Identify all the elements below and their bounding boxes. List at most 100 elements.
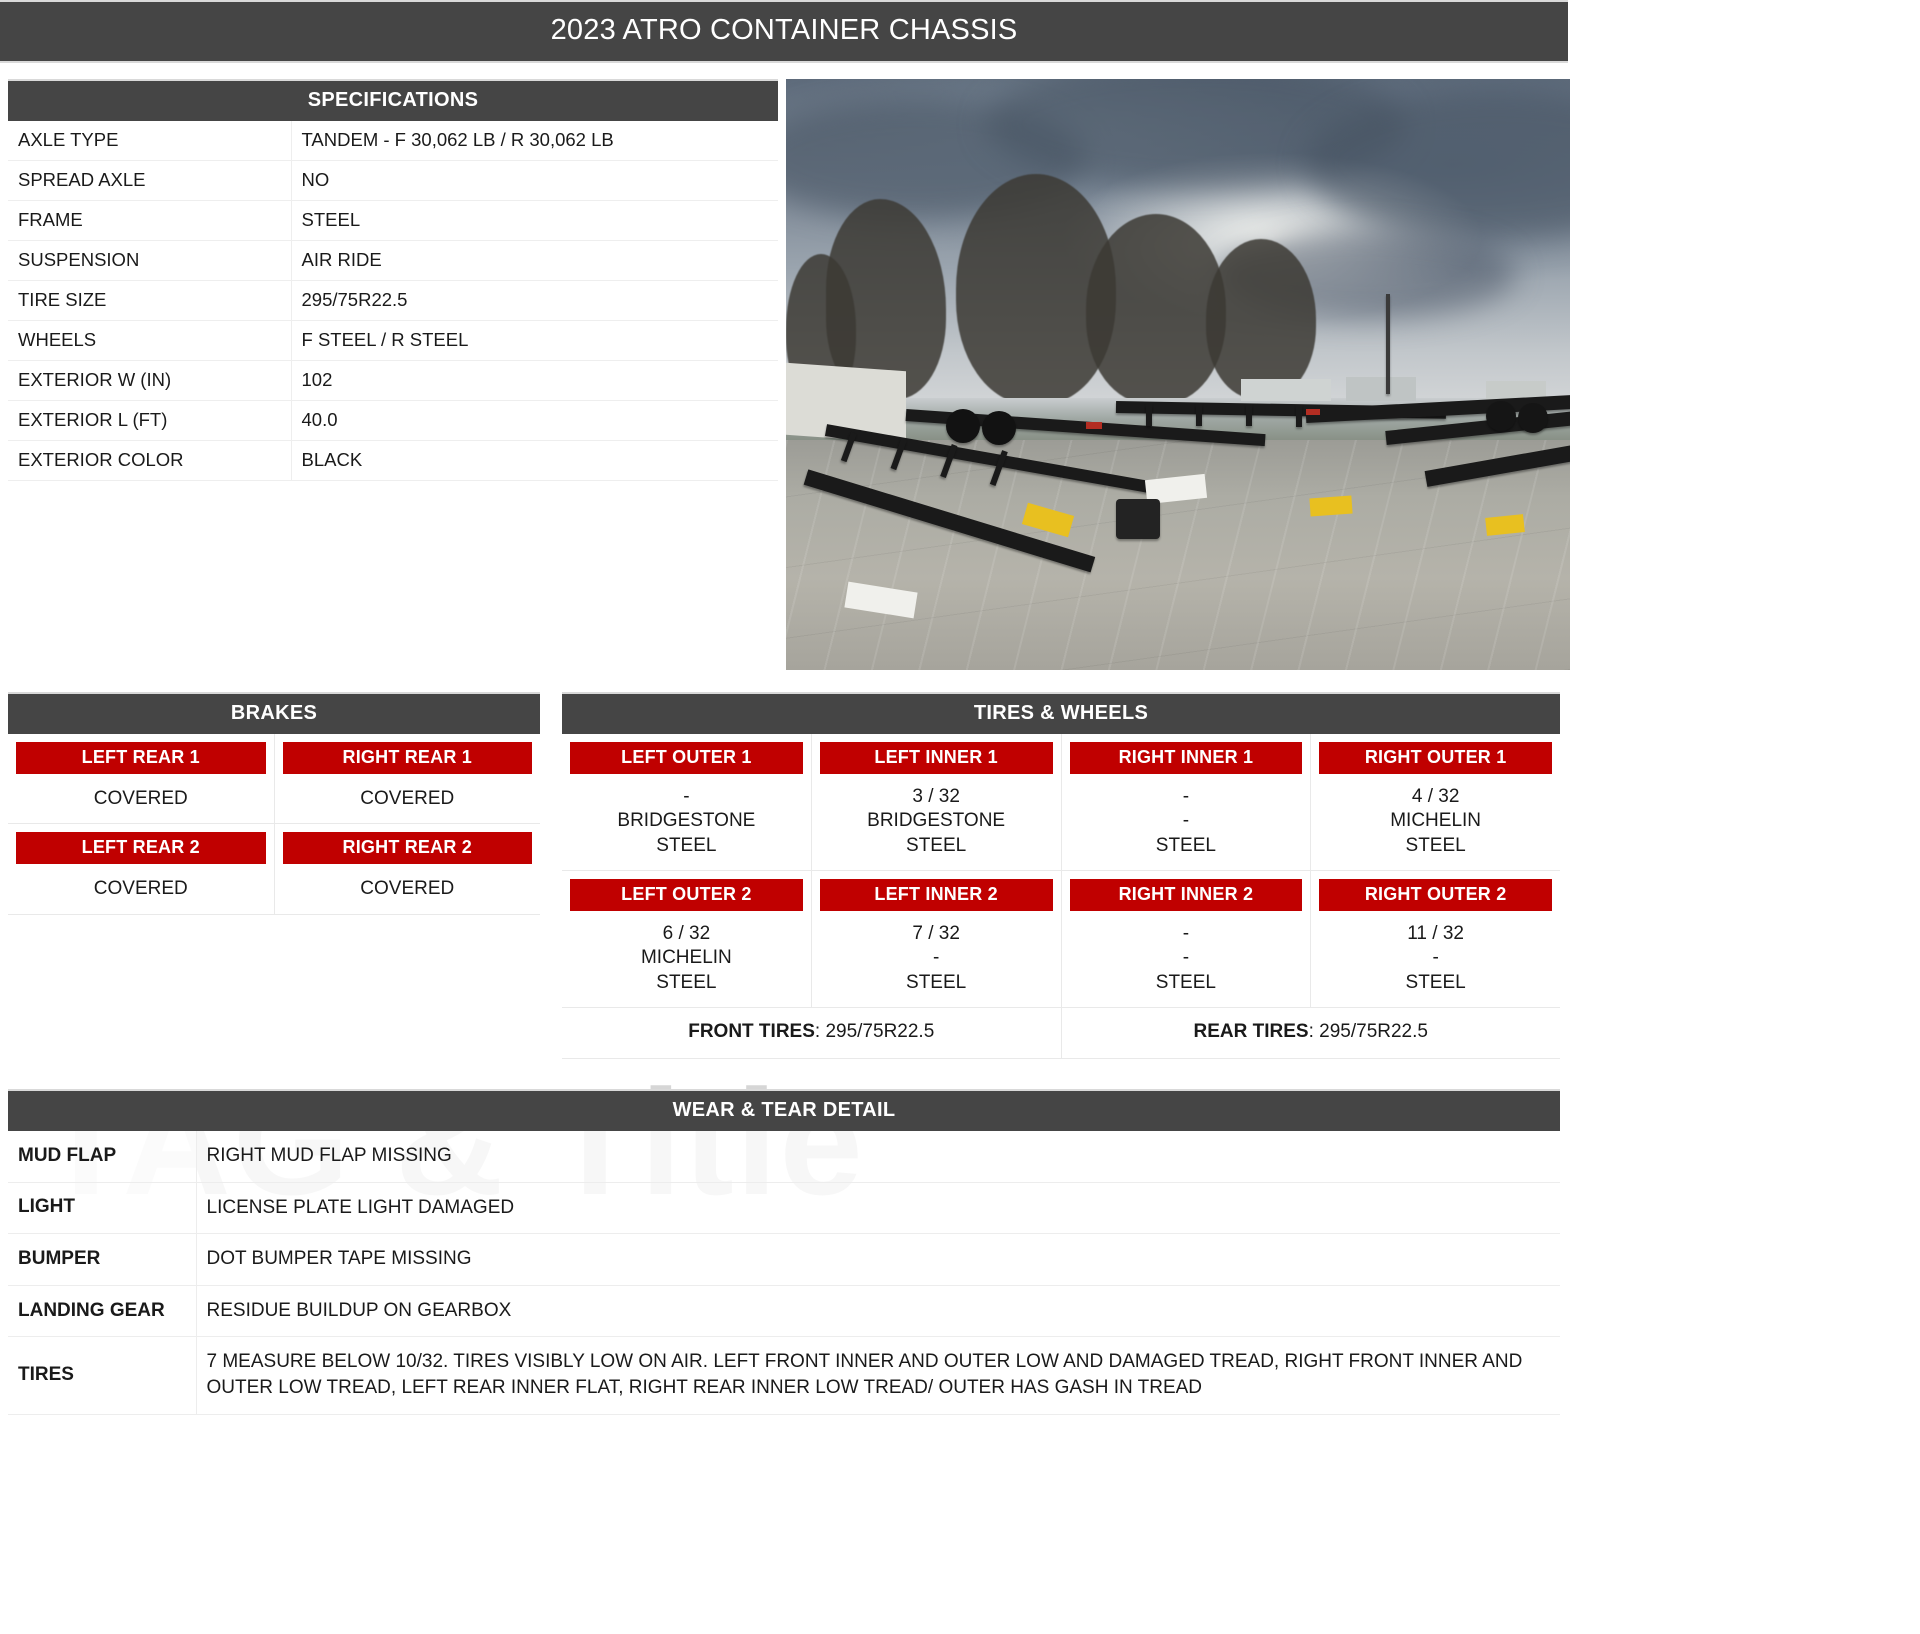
brakes-row-1: LEFT REAR 1 COVERED RIGHT REAR 1 COVERED: [8, 734, 540, 825]
tire-brand: -: [1182, 810, 1190, 832]
wheel-material: STEEL: [1155, 971, 1216, 993]
wear-tear-table: MUD FLAP RIGHT MUD FLAP MISSING LIGHT LI…: [8, 1130, 1560, 1415]
tire-tread: 4 / 32: [1411, 786, 1460, 807]
status-badge: RIGHT REAR 1: [282, 742, 532, 774]
status-badge: RIGHT INNER 2: [1069, 878, 1303, 911]
spec-label: SUSPENSION: [8, 240, 291, 281]
table-row: LANDING GEAR RESIDUE BUILDUP ON GEARBOX: [8, 1285, 1560, 1338]
brake-value: COVERED: [360, 878, 455, 900]
tire-values: - - STEEL: [1070, 774, 1303, 858]
page-title: 2023 ATRO CONTAINER CHASSIS: [0, 0, 1568, 63]
status-badge: RIGHT OUTER 1: [1319, 742, 1552, 774]
tire-brand: MICHELIN: [1390, 810, 1482, 832]
status-badge: LEFT OUTER 2: [570, 878, 803, 911]
brake-value: COVERED: [360, 788, 455, 809]
tires-row-1: LEFT OUTER 1 - BRIDGESTONE STEEL LEFT IN…: [562, 734, 1560, 871]
status-badge: LEFT INNER 2: [819, 878, 1053, 911]
wear-label: LANDING GEAR: [8, 1285, 197, 1338]
tire-values: 7 / 32 - STEEL: [820, 911, 1053, 995]
top-section: SPECIFICATIONS AXLE TYPE TANDEM - F 30,0…: [0, 79, 1570, 670]
wear-label: TIRES: [8, 1336, 197, 1415]
spec-value: NO: [290, 160, 778, 201]
tire-cell: RIGHT INNER 1 - - STEEL: [1061, 734, 1312, 871]
spec-value: TANDEM - F 30,062 LB / R 30,062 LB: [290, 121, 778, 161]
photo-wheel: [982, 411, 1016, 445]
specifications-panel: SPECIFICATIONS AXLE TYPE TANDEM - F 30,0…: [0, 79, 786, 481]
mid-section: BRAKES LEFT REAR 1 COVERED RIGHT REAR 1 …: [0, 692, 1568, 1059]
spec-value: AIR RIDE: [290, 240, 778, 281]
photo-tree: [1086, 214, 1226, 404]
spec-label: EXTERIOR COLOR: [8, 440, 291, 481]
wear-label: LIGHT: [8, 1182, 197, 1235]
wear-label: BUMPER: [8, 1233, 197, 1286]
status-badge: RIGHT REAR 2: [282, 832, 532, 865]
tire-tread: 3 / 32: [912, 786, 960, 807]
table-row: TIRES 7 MEASURE BELOW 10/32. TIRES VISIB…: [8, 1336, 1560, 1415]
tire-values: 3 / 32 BRIDGESTONE STEEL: [820, 774, 1053, 858]
status-badge: LEFT REAR 1: [16, 742, 266, 774]
front-tires-label: FRONT TIRES: [688, 1020, 815, 1042]
tire-values: 4 / 32 MICHELIN STEEL: [1319, 774, 1552, 858]
table-row: AXLE TYPE TANDEM - F 30,062 LB / R 30,06…: [8, 121, 778, 161]
table-row: FRAME STEEL: [8, 200, 778, 241]
tire-tread: 6 / 32: [662, 922, 711, 944]
tire-brand: -: [932, 947, 940, 969]
wear-label: MUD FLAP: [8, 1130, 197, 1183]
spec-label: EXTERIOR W (IN): [8, 360, 291, 401]
photo-toolbox: [1116, 499, 1160, 539]
brake-value: COVERED: [93, 878, 188, 900]
brakes-heading: BRAKES: [8, 692, 540, 734]
rear-tires-summary: REAR TIRES: 295/75R22.5: [1061, 1008, 1560, 1059]
tire-cell: RIGHT OUTER 1 4 / 32 MICHELIN STEEL: [1311, 734, 1560, 871]
spec-label: EXTERIOR L (FT): [8, 400, 291, 441]
brake-cell: RIGHT REAR 1 COVERED: [274, 734, 540, 825]
tires-wheels-panel: TIRES & WHEELS LEFT OUTER 1 - BRIDGESTON…: [562, 692, 1560, 1059]
wear-value: RIGHT MUD FLAP MISSING: [196, 1130, 1560, 1183]
tires-wheels-heading: TIRES & WHEELS: [562, 692, 1560, 734]
wear-tear-heading: WEAR & TEAR DETAIL: [8, 1088, 1560, 1131]
tire-tread: -: [683, 786, 690, 807]
tire-cell: RIGHT OUTER 2 11 / 32 - STEEL: [1311, 871, 1560, 1008]
photo-marker-red: [1086, 422, 1102, 429]
tire-values: - - STEEL: [1070, 911, 1303, 995]
tire-cell: LEFT INNER 2 7 / 32 - STEEL: [811, 870, 1062, 1008]
specifications-table: AXLE TYPE TANDEM - F 30,062 LB / R 30,06…: [8, 121, 778, 481]
tires-footer: FRONT TIRES: 295/75R22.5 REAR TIRES: 295…: [562, 1007, 1560, 1059]
spec-label: FRAME: [8, 200, 291, 241]
tire-cell: LEFT INNER 1 3 / 32 BRIDGESTONE STEEL: [811, 734, 1062, 871]
tire-tread: 7 / 32: [912, 922, 960, 944]
brakes-row-2: LEFT REAR 2 COVERED RIGHT REAR 2 COVERED: [8, 824, 540, 915]
spec-value: F STEEL / R STEEL: [290, 320, 778, 361]
rear-tires-value: 295/75R22.5: [1319, 1020, 1428, 1042]
status-badge: LEFT REAR 2: [16, 832, 266, 865]
spec-label: TIRE SIZE: [8, 280, 291, 321]
specifications-heading: SPECIFICATIONS: [8, 79, 778, 121]
front-tires-value: 295/75R22.5: [825, 1020, 935, 1042]
tire-tread: -: [1182, 922, 1190, 944]
tire-brand: BRIDGESTONE: [617, 810, 756, 832]
tire-values: 6 / 32 MICHELIN STEEL: [570, 911, 803, 995]
status-badge: LEFT OUTER 1: [570, 742, 803, 774]
table-row: SPREAD AXLE NO: [8, 160, 778, 201]
photo-crossmember: [1246, 404, 1252, 426]
wheel-material: STEEL: [656, 971, 717, 993]
photo-far-structure: [1241, 379, 1331, 401]
inspection-report-page: 2023 ATRO CONTAINER CHASSIS SPECIFICATIO…: [0, 0, 1570, 1415]
spec-label: AXLE TYPE: [8, 121, 291, 161]
spec-value: STEEL: [290, 200, 778, 241]
spec-value: 40.0: [290, 400, 778, 441]
tire-tread: 11 / 32: [1407, 922, 1464, 944]
status-badge: RIGHT INNER 1: [1069, 742, 1303, 774]
wheel-material: STEEL: [1155, 834, 1216, 856]
photo-wheel: [946, 409, 980, 443]
brake-cell: LEFT REAR 2 COVERED: [8, 824, 275, 915]
tire-brand: MICHELIN: [640, 947, 732, 969]
photo-panel: [786, 79, 1570, 670]
spec-value: 102: [290, 360, 778, 401]
status-badge: LEFT INNER 1: [819, 742, 1053, 774]
table-row: EXTERIOR W (IN) 102: [8, 360, 778, 401]
tire-values: - BRIDGESTONE STEEL: [570, 774, 803, 858]
photo-tree: [1206, 239, 1316, 399]
tire-cell: LEFT OUTER 2 6 / 32 MICHELIN STEEL: [562, 870, 812, 1008]
spec-value: 295/75R22.5: [290, 280, 778, 321]
